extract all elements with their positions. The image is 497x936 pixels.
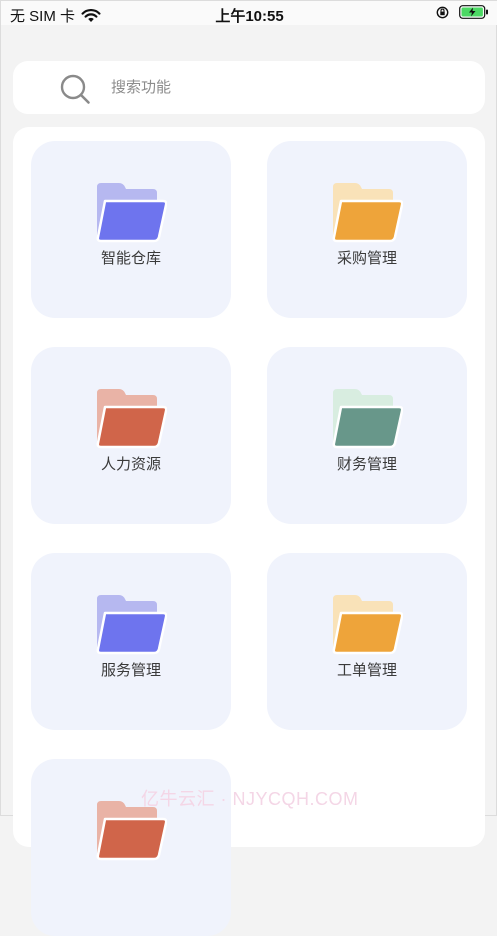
folder-icon — [96, 389, 167, 449]
battery-icon — [459, 5, 488, 19]
status-right — [436, 5, 489, 19]
tile-label: 服务管理 — [100, 662, 161, 679]
search-icon — [60, 74, 90, 104]
folder-icon — [96, 183, 167, 243]
tile-work-orders[interactable]: 工单管理 — [267, 553, 467, 730]
tile-smart-warehouse[interactable]: 智能仓库 — [31, 141, 231, 318]
function-grid: 智能仓库 采购管理 人力资源 财务管理 服务管理 工单管理 — [13, 127, 485, 936]
folder-icon — [332, 183, 403, 243]
tile-label: 工单管理 — [336, 662, 397, 679]
tile-service[interactable]: 服务管理 — [31, 553, 231, 730]
tile-label: 财务管理 — [336, 456, 397, 473]
status-bar: 无 SIM 卡 上午10:55 — [1, 1, 497, 25]
clock: 上午10:55 — [215, 8, 284, 25]
tile-human-resources[interactable]: 人力资源 — [31, 347, 231, 524]
search-input[interactable] — [111, 77, 411, 97]
orientation-lock-icon — [436, 6, 449, 18]
tile-finance[interactable]: 财务管理 — [267, 347, 467, 524]
folder-icon — [332, 389, 403, 449]
tile-label: 采购管理 — [336, 250, 397, 267]
tile-label: 智能仓库 — [100, 250, 161, 267]
folder-icon — [96, 595, 167, 655]
search-bar[interactable] — [13, 61, 485, 114]
tile-procurement[interactable]: 采购管理 — [267, 141, 467, 318]
tile-label: 人力资源 — [100, 456, 161, 473]
folder-icon — [332, 595, 403, 655]
watermark: 亿牛云汇 · NJYCQH.COM — [141, 789, 359, 809]
